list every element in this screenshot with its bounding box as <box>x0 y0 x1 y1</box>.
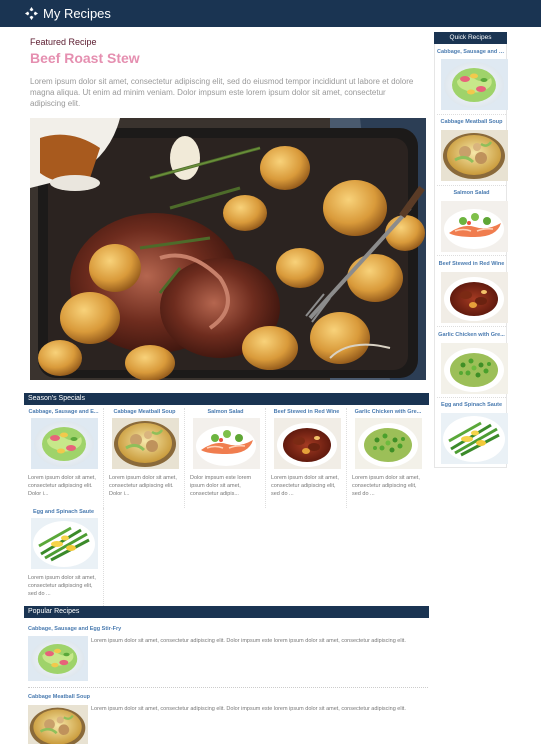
special-card: Salmon Salad Dolor impsum este lorem ips… <box>186 408 266 508</box>
special-card-title[interactable]: Beef Stewed in Red Wine <box>267 408 346 416</box>
quick-recipes-header: Quick Recipes <box>434 32 507 44</box>
quick-recipe-image[interactable] <box>441 201 508 252</box>
special-card: Garlic Chicken with Gre... Lorem ipsum d… <box>348 408 428 508</box>
popular-item-title[interactable]: Cabbage Meatball Soup <box>28 694 90 700</box>
quick-recipe-image[interactable] <box>441 130 508 181</box>
quick-recipe-divider <box>437 185 506 186</box>
popular-item-text: Lorem ipsum dolor sit amet, consectetur … <box>91 706 406 712</box>
popular-divider <box>28 687 428 688</box>
featured-description: Lorem ipsum dolor sit amet, consectetur … <box>30 77 414 108</box>
popular-recipes-header: Popular Recipes <box>24 606 429 618</box>
popular-item-title[interactable]: Cabbage, Sausage and Egg Stir-Fry <box>28 626 121 632</box>
special-card-text: Dolor impsum este lorem ipsum dolor sit … <box>190 475 252 497</box>
special-card-title[interactable]: Garlic Chicken with Gre... <box>348 408 428 416</box>
quick-recipe-title[interactable]: Egg and Spinach Saute <box>437 402 506 408</box>
featured-recipe-title[interactable]: Beef Roast Stew <box>30 50 140 66</box>
special-card: Cabbage Meatball Soup Lorem ipsum dolor … <box>105 408 185 508</box>
quick-recipe-image[interactable] <box>441 272 508 323</box>
top-navbar: My Recipes <box>0 0 541 27</box>
special-card-image[interactable] <box>193 418 260 469</box>
popular-item-text: Lorem ipsum dolor sit amet, consectetur … <box>91 638 406 644</box>
app-brand-link[interactable]: My Recipes <box>25 5 111 22</box>
special-card-text: Lorem ipsum dolor sit amet, consectetur … <box>271 475 339 497</box>
popular-item-image[interactable] <box>28 705 88 744</box>
seasons-specials-header: Season's Specials <box>24 393 429 405</box>
special-card: Egg and Spinach Saute Lorem ipsum dolor … <box>24 508 104 608</box>
special-card-image[interactable] <box>355 418 422 469</box>
quick-recipe-divider <box>437 326 506 327</box>
special-card-title[interactable]: Egg and Spinach Saute <box>24 508 103 516</box>
special-card-image[interactable] <box>31 418 98 469</box>
quick-recipe-title[interactable]: Beef Stewed in Red Wine <box>437 261 506 267</box>
quick-recipe-title[interactable]: Garlic Chicken with Gre... <box>437 332 506 338</box>
app-logo-icon <box>25 7 38 20</box>
special-card-image[interactable] <box>112 418 179 469</box>
quick-recipe-divider <box>437 397 506 398</box>
quick-recipe-image[interactable] <box>441 59 508 110</box>
special-card-title[interactable]: Salmon Salad <box>186 408 265 416</box>
special-card: Cabbage, Sausage and E... Lorem ipsum do… <box>24 408 104 508</box>
quick-recipe-image[interactable] <box>441 413 508 464</box>
quick-recipe-divider <box>437 255 506 256</box>
quick-recipe-divider <box>437 114 506 115</box>
featured-recipe-photo[interactable] <box>30 118 426 380</box>
special-card-image[interactable] <box>31 518 98 569</box>
special-card: Beef Stewed in Red Wine Lorem ipsum dolo… <box>267 408 347 508</box>
special-card-image[interactable] <box>274 418 341 469</box>
quick-recipe-title[interactable]: Salmon Salad <box>437 190 506 196</box>
popular-item-image[interactable] <box>28 636 88 681</box>
featured-label: Featured Recipe <box>30 37 97 47</box>
app-title: My Recipes <box>43 6 111 21</box>
special-card-title[interactable]: Cabbage, Sausage and E... <box>24 408 103 416</box>
special-card-title[interactable]: Cabbage Meatball Soup <box>105 408 184 416</box>
special-card-text: Lorem ipsum dolor sit amet, consectetur … <box>28 575 96 597</box>
special-card-text: Lorem ipsum dolor sit amet, consectetur … <box>28 475 96 497</box>
special-card-text: Lorem ipsum dolor sit amet, consectetur … <box>352 475 420 497</box>
quick-recipe-title[interactable]: Cabbage, Sausage and E... <box>437 49 506 55</box>
special-card-text: Lorem ipsum dolor sit amet, consectetur … <box>109 475 177 497</box>
quick-recipe-image[interactable] <box>441 343 508 394</box>
quick-recipe-title[interactable]: Cabbage Meatball Soup <box>437 119 506 125</box>
